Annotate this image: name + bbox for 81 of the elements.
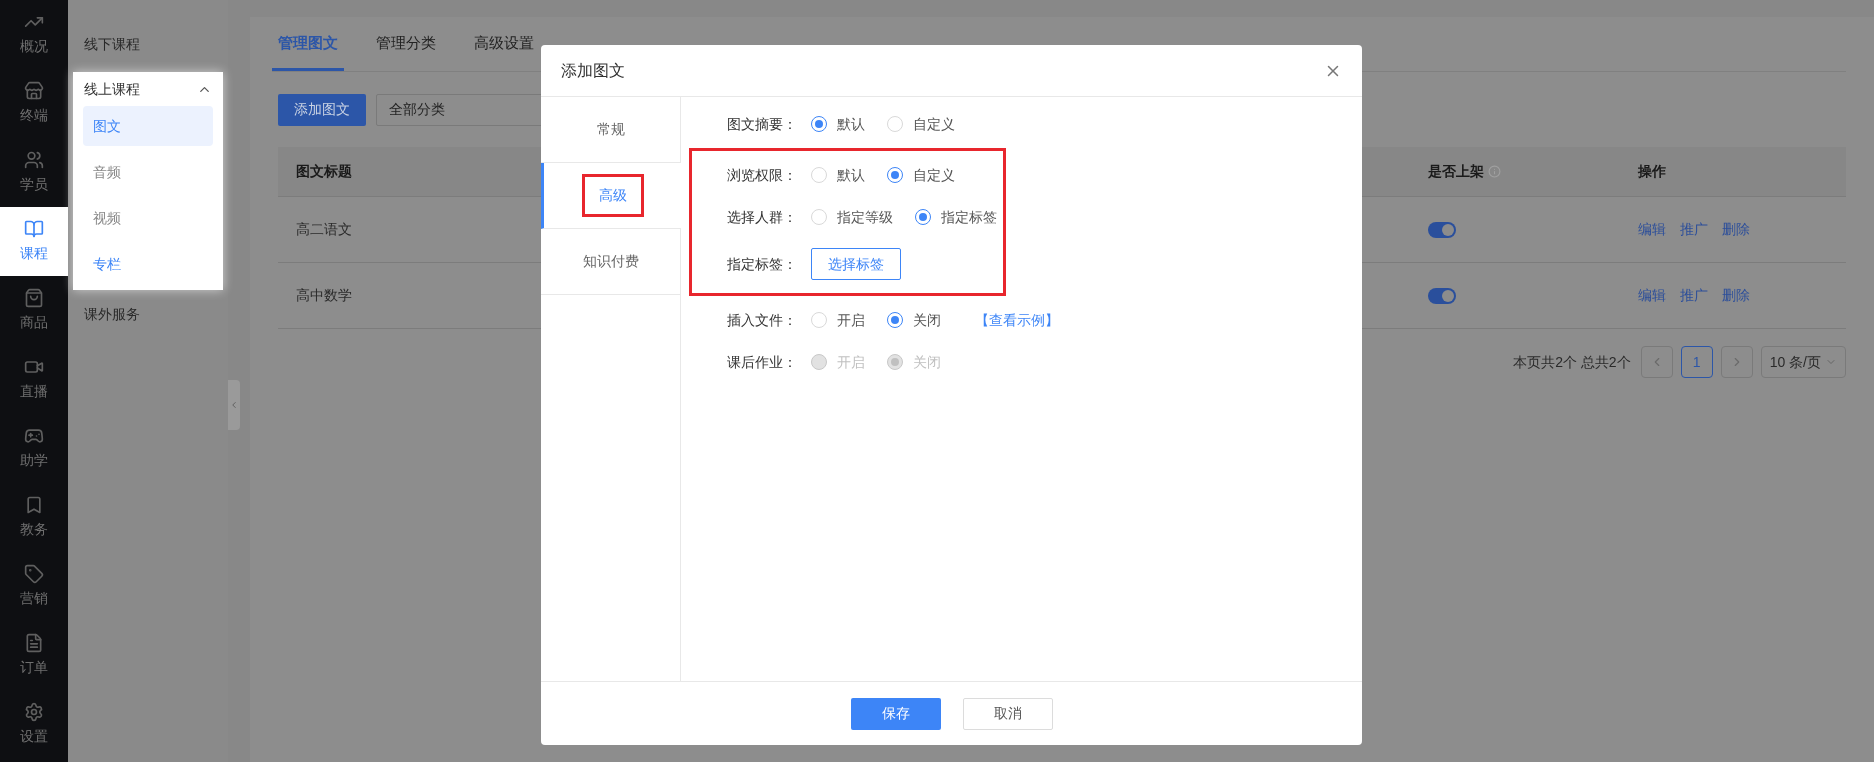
radio-label: 默认 — [837, 114, 865, 134]
submenu-item[interactable]: 音频 — [83, 152, 213, 192]
radio-label: 自定义 — [913, 165, 955, 185]
submenu-item[interactable]: 视频 — [83, 198, 213, 238]
view-example-link[interactable]: 【查看示例】 — [975, 309, 1059, 331]
action-link[interactable]: 编辑 — [1638, 285, 1666, 306]
action-link[interactable]: 推广 — [1680, 219, 1708, 240]
action-link[interactable]: 推广 — [1680, 285, 1708, 306]
radio-label: 关闭 — [913, 352, 941, 372]
sidebar-item[interactable]: 线下课程 — [68, 26, 228, 62]
table-cell: 高中数学 — [296, 287, 352, 303]
toggle-switch[interactable] — [1428, 221, 1456, 238]
tab-highlight-frame: 知识付费 — [565, 240, 656, 283]
nav-item[interactable]: 直播 — [0, 345, 68, 414]
dialog-title: 添加图文 — [561, 60, 625, 81]
radio-label: 自定义 — [913, 114, 955, 134]
nav-item[interactable]: 教务 — [0, 483, 68, 552]
bag-icon — [24, 288, 44, 308]
store-icon — [24, 81, 44, 101]
column-header: 操作 — [1638, 162, 1666, 181]
radio-label: 开启 — [837, 352, 865, 372]
nav-item[interactable]: 概况 — [0, 0, 68, 69]
book-icon — [24, 219, 44, 239]
radio-button[interactable] — [887, 312, 903, 328]
submenu-item[interactable]: 图文 — [83, 106, 213, 146]
action-link[interactable]: 删除 — [1722, 219, 1750, 240]
submenu-header[interactable]: 线上课程 — [73, 78, 223, 100]
field-label: 指定标签： — [726, 254, 798, 274]
sidebar-item[interactable]: 课外服务 — [68, 296, 228, 332]
bookmark-icon — [24, 495, 44, 515]
tab[interactable]: 管理图文 — [272, 31, 344, 71]
column-header: 图文标题 — [296, 162, 352, 181]
gamepad-icon — [24, 426, 44, 446]
action-link[interactable]: 删除 — [1722, 285, 1750, 306]
dialog-tab[interactable]: 知识付费 — [541, 229, 680, 295]
toggle-switch[interactable] — [1428, 287, 1456, 304]
info-icon — [1488, 165, 1501, 178]
chevron-left-icon — [229, 400, 239, 410]
nav-item[interactable]: 课程 — [0, 207, 68, 276]
submenu-item[interactable]: 专栏 — [83, 244, 213, 284]
select-tags-button[interactable]: 选择标签 — [811, 248, 901, 280]
add-article-button[interactable]: 添加图文 — [278, 93, 366, 126]
radio-label: 默认 — [837, 165, 865, 185]
action-link[interactable]: 编辑 — [1638, 219, 1666, 240]
field-label: 课后作业： — [726, 352, 798, 372]
radio-label: 指定标签 — [941, 207, 997, 227]
page-size-select[interactable]: 10 条/页 — [1760, 346, 1846, 378]
radio-label: 指定等级 — [837, 207, 893, 227]
settings-icon — [24, 702, 44, 722]
radio-label: 开启 — [837, 310, 865, 330]
prev-page-button[interactable] — [1640, 346, 1673, 378]
collapse-handle[interactable] — [228, 380, 240, 430]
field-label: 浏览权限： — [726, 165, 798, 185]
tab[interactable]: 高级设置 — [468, 31, 540, 71]
next-page-button[interactable] — [1720, 346, 1753, 378]
table-cell: 高二语文 — [296, 221, 352, 237]
radio-label: 关闭 — [913, 310, 941, 330]
cancel-button[interactable]: 取消 — [962, 697, 1053, 730]
nav-item[interactable]: 学员 — [0, 138, 68, 207]
radio-button[interactable] — [887, 167, 903, 183]
page-button[interactable]: 1 — [1680, 346, 1713, 378]
nav-item[interactable]: 营销 — [0, 552, 68, 621]
save-button[interactable]: 保存 — [850, 697, 941, 730]
nav-item[interactable]: 商品 — [0, 276, 68, 345]
nav-item[interactable]: 订单 — [0, 621, 68, 690]
users-icon — [24, 150, 44, 170]
dialog-tab[interactable]: 高级 — [541, 163, 681, 229]
radio-button[interactable] — [811, 116, 827, 132]
field-label: 选择人群： — [726, 207, 798, 227]
field-label: 插入文件： — [726, 310, 798, 330]
nav-item[interactable]: 设置 — [0, 690, 68, 759]
tab-highlight-frame: 高级 — [581, 174, 644, 217]
radio-button[interactable] — [915, 209, 931, 225]
page-summary: 本页共2个 总共2个 — [1513, 352, 1631, 372]
field-label: 图文摘要： — [726, 114, 798, 134]
tag-icon — [24, 564, 44, 584]
column-header: 是否上架 — [1428, 162, 1484, 181]
nav-item[interactable]: 终端 — [0, 69, 68, 138]
nav-item[interactable]: 助学 — [0, 414, 68, 483]
tab[interactable]: 管理分类 — [370, 31, 442, 71]
document-icon — [24, 633, 44, 653]
